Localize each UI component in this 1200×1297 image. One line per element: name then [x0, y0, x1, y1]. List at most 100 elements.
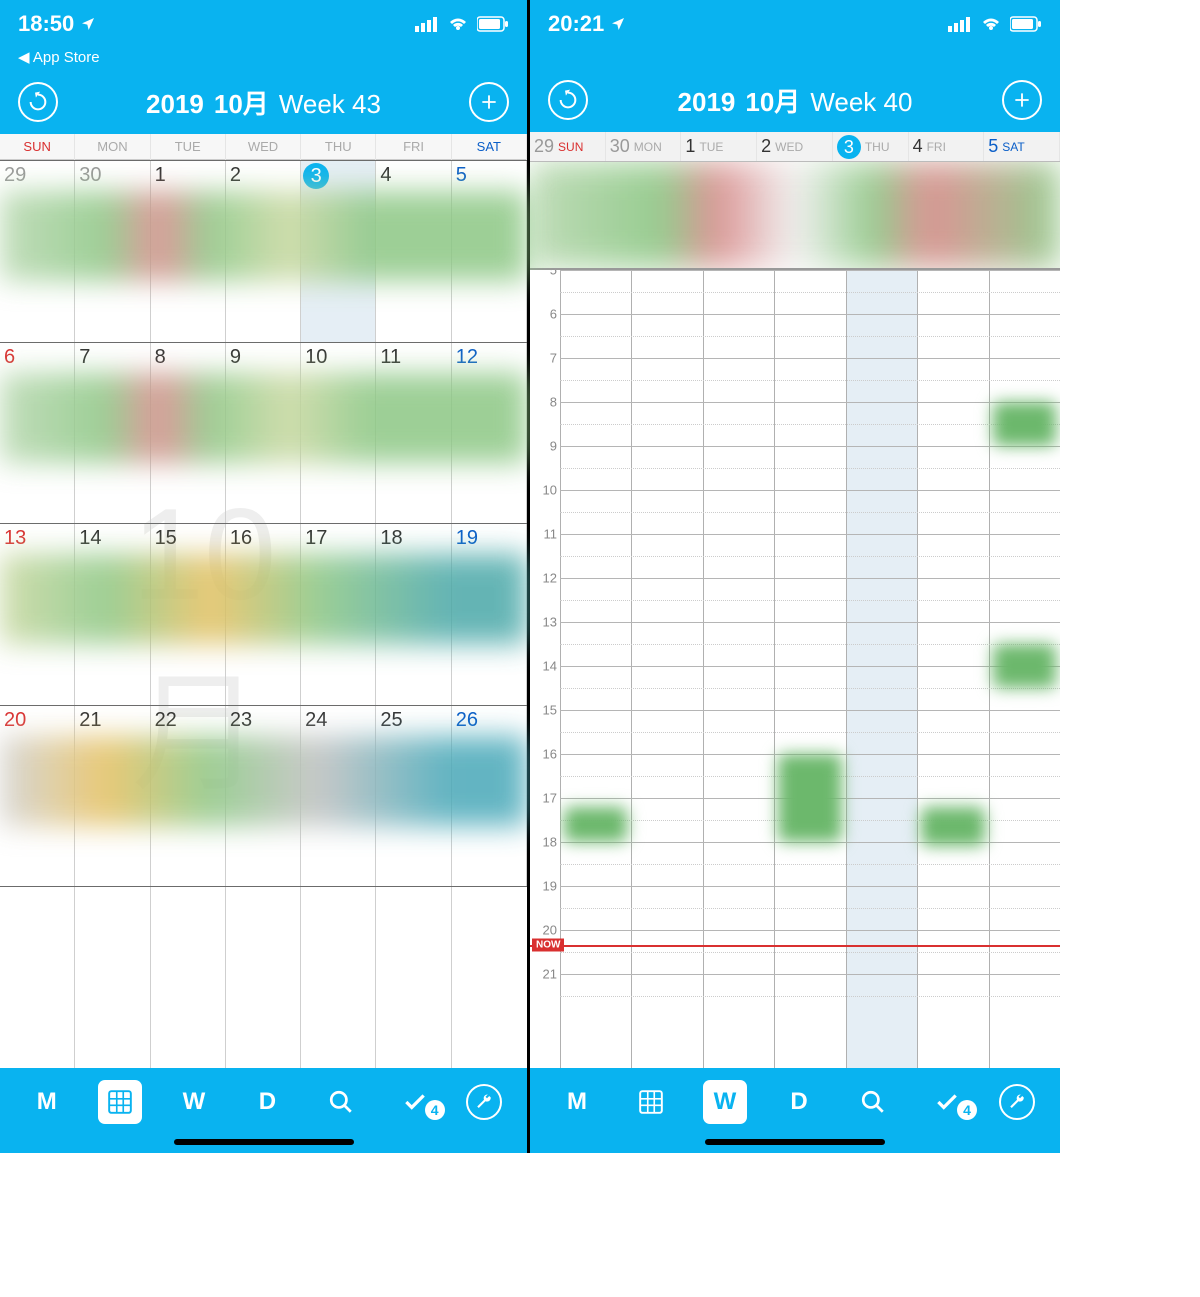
- half-hour-gridline: [560, 908, 1060, 909]
- hour-label: 18: [543, 835, 560, 850]
- location-icon: [80, 16, 96, 32]
- back-to-appstore[interactable]: ◀ App Store: [0, 48, 527, 70]
- time-day-column[interactable]: [703, 270, 774, 1068]
- search-icon: [860, 1089, 886, 1115]
- home-indicator[interactable]: [174, 1139, 354, 1145]
- day-cell[interactable]: [75, 887, 150, 1068]
- hour-label: 8: [550, 395, 560, 410]
- search-button[interactable]: [319, 1080, 363, 1124]
- day-number: 22: [155, 709, 177, 732]
- day-cell[interactable]: [376, 887, 451, 1068]
- tab-grid[interactable]: [629, 1080, 673, 1124]
- bottom-toolbar: M W D 4: [0, 1068, 527, 1153]
- tab-day[interactable]: D: [777, 1080, 821, 1124]
- half-hour-gridline: [560, 424, 1060, 425]
- weekday-label: FRI: [927, 140, 946, 154]
- hour-gridline: [560, 930, 1060, 931]
- check-icon: [402, 1089, 428, 1115]
- day-cell[interactable]: [151, 887, 226, 1068]
- settings-button[interactable]: [999, 1084, 1035, 1120]
- hour-label: 14: [543, 659, 560, 674]
- tab-week[interactable]: W: [172, 1080, 216, 1124]
- week-day-header[interactable]: 3THU: [833, 132, 909, 161]
- hour-label: 13: [543, 615, 560, 630]
- day-number: 3: [303, 163, 329, 189]
- tab-week[interactable]: W: [703, 1080, 747, 1124]
- tab-month[interactable]: M: [25, 1080, 69, 1124]
- weekday-label: THU: [865, 140, 890, 154]
- time-day-column[interactable]: [774, 270, 845, 1068]
- time-day-column[interactable]: [631, 270, 702, 1068]
- day-cell[interactable]: [226, 887, 301, 1068]
- week-day-header[interactable]: 30 MON: [606, 132, 682, 161]
- weekday-label: MON: [634, 140, 662, 154]
- nav-title[interactable]: 2019 10月 Week 40: [678, 82, 913, 119]
- week-timeline[interactable]: 56789101112131415161718192021 NOW: [530, 270, 1060, 1068]
- week-row[interactable]: 6789101112: [0, 342, 527, 524]
- allday-events[interactable]: [530, 162, 1060, 270]
- half-hour-gridline: [560, 336, 1060, 337]
- tab-grid[interactable]: [98, 1080, 142, 1124]
- add-button[interactable]: [1002, 80, 1042, 120]
- blurred-event: [778, 754, 841, 842]
- blurred-event: [564, 807, 627, 842]
- day-number: 10: [305, 346, 327, 369]
- half-hour-gridline: [560, 556, 1060, 557]
- refresh-button[interactable]: [18, 82, 58, 122]
- day-number: 15: [155, 527, 177, 550]
- half-hour-gridline: [560, 864, 1060, 865]
- hour-label: 6: [550, 307, 560, 322]
- half-hour-gridline: [560, 996, 1060, 997]
- day-number: 30: [610, 136, 630, 157]
- location-icon: [610, 16, 626, 32]
- week-row[interactable]: [0, 886, 527, 1068]
- week-day-header[interactable]: 2WED: [757, 132, 833, 161]
- week-day-header[interactable]: 29SUN: [530, 132, 606, 161]
- week-day-header[interactable]: 1TUE: [681, 132, 757, 161]
- search-icon: [328, 1089, 354, 1115]
- week-day-header[interactable]: 5SAT: [984, 132, 1060, 161]
- week-row[interactable]: 293012345: [0, 160, 527, 342]
- hour-gridline: [560, 270, 1060, 271]
- bottom-toolbar: M W D 4: [530, 1068, 1060, 1153]
- blurred-event: [921, 807, 984, 847]
- week-day-headers: 29SUN30 MON 1TUE2WED3THU4 FRI 5SAT: [530, 132, 1060, 162]
- tab-month[interactable]: M: [555, 1080, 599, 1124]
- time-day-column[interactable]: [846, 270, 917, 1068]
- half-hour-gridline: [560, 380, 1060, 381]
- time-day-column[interactable]: [560, 270, 631, 1068]
- half-hour-gridline: [560, 292, 1060, 293]
- hour-gridline: [560, 446, 1060, 447]
- blurred-events: [0, 736, 527, 826]
- status-time: 18:50: [18, 11, 74, 37]
- refresh-button[interactable]: [548, 80, 588, 120]
- day-cell[interactable]: [452, 887, 527, 1068]
- tasks-button[interactable]: 4: [393, 1080, 437, 1124]
- day-number: 4: [913, 136, 923, 157]
- blurred-events: [0, 373, 527, 463]
- day-number: 25: [380, 709, 402, 732]
- settings-button[interactable]: [466, 1084, 502, 1120]
- hour-gridline: [560, 622, 1060, 623]
- time-day-column[interactable]: [917, 270, 988, 1068]
- search-button[interactable]: [851, 1080, 895, 1124]
- day-number: 17: [305, 527, 327, 550]
- day-cell[interactable]: [0, 887, 75, 1068]
- tasks-button[interactable]: 4: [925, 1080, 969, 1124]
- day-number: 2: [230, 164, 241, 187]
- week-row[interactable]: 20212223242526: [0, 705, 527, 887]
- week-row[interactable]: 13141516171819: [0, 523, 527, 705]
- blurred-events: [0, 191, 527, 281]
- tab-day[interactable]: D: [245, 1080, 289, 1124]
- weekday-label: SAT: [1002, 140, 1024, 154]
- half-hour-gridline: [560, 732, 1060, 733]
- nav-title[interactable]: 2019 10月 Week 43: [146, 84, 381, 121]
- day-cell[interactable]: [301, 887, 376, 1068]
- month-grid[interactable]: 10月 293012345678910111213141516171819202…: [0, 160, 527, 1068]
- add-button[interactable]: [469, 82, 509, 122]
- week-day-header[interactable]: 4 FRI: [909, 132, 985, 161]
- day-number: 29: [4, 164, 26, 187]
- home-indicator[interactable]: [705, 1139, 885, 1145]
- half-hour-gridline: [560, 600, 1060, 601]
- now-badge: NOW: [532, 939, 564, 952]
